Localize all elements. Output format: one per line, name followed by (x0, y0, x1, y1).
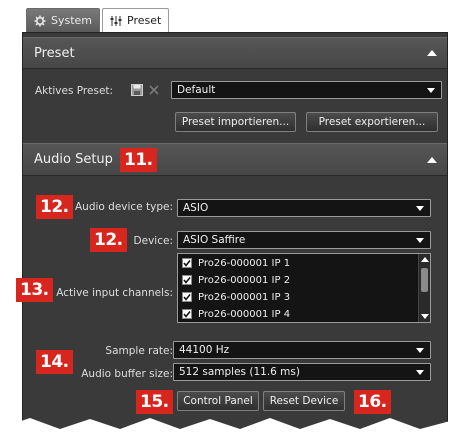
chevron-down-icon (427, 88, 435, 93)
preset-export-button[interactable]: Preset exportieren... (306, 112, 438, 132)
scroll-up-icon[interactable] (421, 257, 429, 262)
annotation-marker-13: 13. (16, 278, 53, 302)
delete-icon[interactable] (147, 83, 161, 97)
device-type-dropdown[interactable]: ASIO (177, 199, 431, 217)
collapse-preset-icon[interactable] (427, 50, 437, 56)
list-item[interactable]: Pro26-000001 IP 4 (182, 306, 290, 322)
channel-name: Pro26-000001 IP 1 (198, 257, 291, 269)
device-value: ASIO Saffire (183, 234, 246, 246)
tab-bar: System Preset (26, 8, 170, 32)
preset-import-button[interactable]: Preset importieren... (175, 112, 296, 132)
list-item[interactable]: Pro26-000001 IP 2 (182, 272, 290, 288)
settings-panel: Preset Aktives Preset: Default Preset im… (22, 32, 448, 436)
control-panel-button[interactable]: Control Panel (177, 391, 259, 411)
channel-name: Pro26-000001 IP 2 (198, 274, 291, 286)
buffer-size-dropdown[interactable]: 512 samples (11.6 ms) (173, 363, 431, 381)
tab-system-label: System (51, 14, 93, 27)
checkbox[interactable] (182, 275, 192, 285)
sliders-icon (110, 15, 122, 27)
gear-icon (34, 15, 46, 27)
checkbox[interactable] (182, 258, 192, 268)
chevron-down-icon (416, 206, 424, 211)
sample-rate-label: Sample rate: (105, 345, 173, 357)
device-type-label: Audio device type: (74, 201, 173, 213)
chevron-down-icon (416, 238, 424, 243)
annotation-marker-16: 16. (354, 390, 391, 414)
buffer-size-value: 512 samples (11.6 ms) (179, 366, 300, 378)
device-type-value: ASIO (183, 202, 209, 214)
annotation-marker-15: 15. (136, 390, 173, 414)
buffer-size-label: Audio buffer size: (81, 368, 173, 380)
tab-preset-label: Preset (127, 14, 162, 27)
preset-section-header[interactable]: Preset (23, 37, 447, 69)
checkbox[interactable] (182, 309, 192, 319)
channel-name: Pro26-000001 IP 4 (198, 308, 291, 320)
input-channels-list[interactable]: Pro26-000001 IP 1 Pro26-000001 IP 2 Pro2… (177, 253, 431, 323)
collapse-audio-setup-icon[interactable] (427, 156, 437, 163)
checkbox[interactable] (182, 292, 192, 302)
save-icon[interactable] (130, 83, 144, 97)
input-channels-label: Active input channels: (56, 287, 173, 299)
sample-rate-value: 44100 Hz (179, 344, 230, 356)
device-dropdown[interactable]: ASIO Saffire (177, 231, 431, 249)
device-label: Device: (133, 235, 173, 247)
scroll-thumb[interactable] (421, 268, 428, 292)
annotation-marker-12a: 12. (36, 195, 73, 219)
list-item[interactable]: Pro26-000001 IP 3 (182, 289, 290, 305)
preset-section-title: Preset (34, 45, 75, 61)
chevron-down-icon (416, 370, 424, 375)
list-item[interactable]: Pro26-000001 IP 1 (182, 255, 290, 271)
active-preset-label: Aktives Preset: (35, 85, 114, 97)
tab-system[interactable]: System (26, 8, 101, 32)
audio-setup-header[interactable]: Audio Setup (23, 143, 447, 176)
tab-preset[interactable]: Preset (102, 8, 170, 32)
audio-setup-title: Audio Setup (34, 152, 113, 167)
annotation-marker-11: 11. (120, 148, 157, 172)
chevron-down-icon (416, 348, 424, 353)
input-channels-scrollbar[interactable] (418, 254, 430, 322)
active-preset-value: Default (177, 84, 216, 96)
reset-device-button[interactable]: Reset Device (263, 391, 345, 411)
scroll-down-icon[interactable] (421, 314, 429, 319)
sample-rate-dropdown[interactable]: 44100 Hz (173, 341, 431, 359)
channel-name: Pro26-000001 IP 3 (198, 291, 291, 303)
torn-edge (0, 418, 454, 436)
annotation-marker-12b: 12. (90, 228, 127, 252)
annotation-marker-14: 14. (36, 350, 73, 374)
active-preset-dropdown[interactable]: Default (171, 81, 442, 99)
